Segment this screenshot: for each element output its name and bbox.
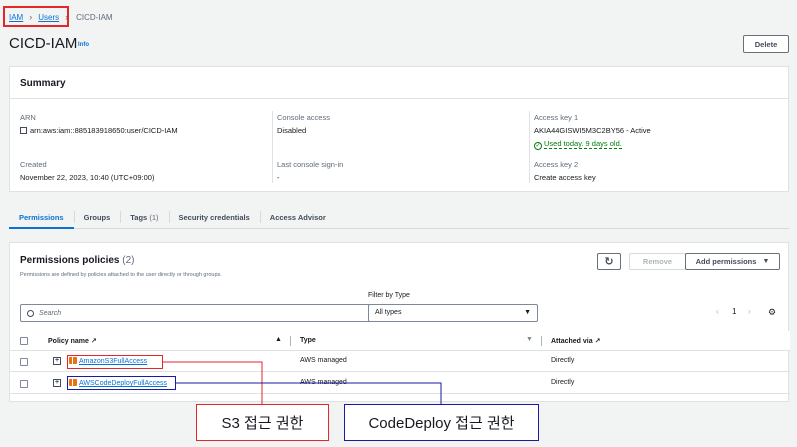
codedeploy-connector-line [176,382,442,404]
codedeploy-annotation: CodeDeploy 접근 권한 [344,404,539,441]
s3-annotation: S3 접근 권한 [196,404,329,441]
annotation-connectors [163,361,442,404]
iam-user-page: IAM › Users › CICD-IAM CICD-IAM Info Del… [0,0,797,447]
